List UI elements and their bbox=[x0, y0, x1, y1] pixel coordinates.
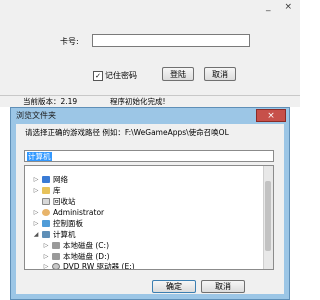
expand-arrow-icon[interactable]: ▷ bbox=[33, 209, 39, 216]
tree-item-label: 回收站 bbox=[53, 196, 76, 206]
remember-password[interactable]: ✓ 记住密码 bbox=[93, 70, 137, 81]
tree-item-computer[interactable]: ◢ 计算机 bbox=[33, 229, 76, 239]
tree-item-control-panel[interactable]: ▷ 控制面板 bbox=[33, 218, 83, 228]
library-icon bbox=[42, 186, 50, 194]
dialog-close-button[interactable]: × bbox=[256, 109, 286, 122]
tree-item-label: 网络 bbox=[53, 174, 68, 184]
version-text: 当前版本：2.19 bbox=[23, 97, 78, 106]
tree-item-label: 计算机 bbox=[53, 229, 76, 239]
dialog-title: 浏览文件夹 bbox=[16, 111, 56, 120]
remember-label: 记住密码 bbox=[105, 71, 137, 80]
computer-icon bbox=[42, 230, 50, 238]
ok-button[interactable]: 确定 bbox=[152, 280, 196, 293]
minimize-button[interactable]: _ bbox=[266, 2, 271, 12]
disk-icon bbox=[52, 241, 60, 249]
close-button[interactable]: × bbox=[284, 2, 292, 12]
tree-item-label: Administrator bbox=[53, 207, 105, 217]
expand-arrow-icon[interactable]: ▷ bbox=[43, 253, 49, 260]
tree-item-label: DVD RW 驱动器 (E:) bbox=[63, 261, 135, 270]
tree-item-recycle-bin[interactable]: 回收站 bbox=[33, 196, 76, 206]
control-panel-icon bbox=[42, 219, 50, 227]
folder-path-value: 计算机 bbox=[27, 152, 52, 161]
dialog-instruction: 请选择正确的游戏路径 例如：F:\WeGameApps\使命召唤OL bbox=[25, 128, 229, 137]
collapse-arrow-icon[interactable]: ◢ bbox=[33, 231, 39, 238]
dialog-body: 请选择正确的游戏路径 例如：F:\WeGameApps\使命召唤OL 计算机 ▷… bbox=[16, 124, 284, 294]
folder-path-input[interactable]: 计算机 bbox=[24, 150, 274, 162]
expand-arrow-icon[interactable]: ▷ bbox=[43, 263, 49, 270]
recycle-bin-icon bbox=[42, 197, 50, 205]
user-folder-icon bbox=[42, 208, 50, 216]
login-button[interactable]: 登陆 bbox=[162, 67, 194, 81]
browse-folder-dialog: 浏览文件夹 × 请选择正确的游戏路径 例如：F:\WeGameApps\使命召唤… bbox=[10, 107, 290, 300]
tree-item-disk-c[interactable]: ▷ 本地磁盘 (C:) bbox=[43, 240, 109, 250]
tree-item-disk-d[interactable]: ▷ 本地磁盘 (D:) bbox=[43, 251, 110, 261]
status-message: 程序初始化完成! bbox=[110, 97, 166, 106]
tree-item-network[interactable]: ▷ 网络 bbox=[33, 174, 68, 184]
folder-tree[interactable]: ▷ 网络 ▷ 库 回收站 ▷ Administrator ▷ 控制面板 ◢ 计算… bbox=[24, 165, 274, 270]
tree-item-library[interactable]: ▷ 库 bbox=[33, 185, 61, 195]
dvd-icon bbox=[52, 262, 60, 269]
tree-item-administrator[interactable]: ▷ Administrator bbox=[33, 207, 104, 217]
status-bar: 当前版本：2.19 程序初始化完成! bbox=[0, 95, 300, 107]
remember-checkbox[interactable]: ✓ bbox=[93, 70, 103, 81]
card-input[interactable] bbox=[92, 34, 250, 47]
expand-arrow-icon[interactable]: ▷ bbox=[33, 187, 39, 194]
scrollbar-thumb[interactable] bbox=[265, 181, 271, 251]
expand-arrow-icon[interactable]: ▷ bbox=[33, 220, 39, 227]
tree-item-label: 控制面板 bbox=[53, 218, 83, 228]
network-icon bbox=[42, 175, 50, 183]
disk-icon bbox=[52, 252, 60, 260]
cancel-button[interactable]: 取消 bbox=[204, 67, 236, 81]
tree-item-dvd[interactable]: ▷ DVD RW 驱动器 (E:) bbox=[43, 261, 135, 270]
tree-item-label: 库 bbox=[53, 185, 61, 195]
tree-scrollbar[interactable] bbox=[263, 166, 273, 269]
dialog-cancel-button[interactable]: 取消 bbox=[201, 280, 245, 293]
login-window: _ × 卡号: ✓ 记住密码 登陆 取消 bbox=[0, 0, 300, 95]
card-label: 卡号: bbox=[60, 37, 79, 46]
tree-item-label: 本地磁盘 (C:) bbox=[63, 240, 109, 250]
expand-arrow-icon[interactable]: ▷ bbox=[43, 242, 49, 249]
expand-arrow-icon[interactable]: ▷ bbox=[33, 176, 39, 183]
window-controls: _ × bbox=[266, 2, 292, 12]
